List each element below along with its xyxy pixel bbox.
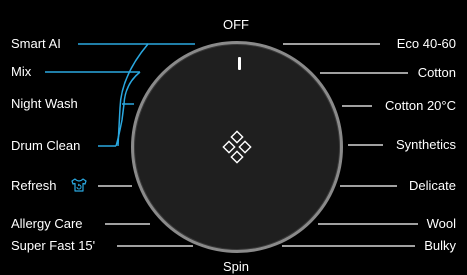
- program-delicate[interactable]: Delicate: [409, 178, 456, 194]
- program-spin[interactable]: Spin: [214, 259, 258, 275]
- program-wool[interactable]: Wool: [427, 216, 456, 232]
- program-off[interactable]: OFF: [216, 17, 256, 33]
- program-refresh[interactable]: Refresh: [11, 178, 57, 194]
- program-cotton-20[interactable]: Cotton 20°C: [385, 98, 456, 114]
- program-bulky[interactable]: Bulky: [424, 238, 456, 254]
- dial-indicator: [238, 57, 241, 70]
- program-drum-clean[interactable]: Drum Clean: [11, 138, 80, 154]
- program-mix[interactable]: Mix: [11, 64, 31, 80]
- program-night-wash[interactable]: Night Wash: [11, 96, 78, 112]
- program-synthetics[interactable]: Synthetics: [396, 137, 456, 153]
- program-selector-panel: OFF Spin Smart AI Mix Night Wash Drum Cl…: [0, 0, 467, 275]
- shirt-refresh-icon: [71, 178, 87, 192]
- program-smart-ai[interactable]: Smart AI: [11, 36, 61, 52]
- program-allergy-care[interactable]: Allergy Care: [11, 216, 83, 232]
- program-super-fast[interactable]: Super Fast 15': [11, 238, 95, 254]
- program-cotton[interactable]: Cotton: [418, 65, 456, 81]
- program-eco-40-60[interactable]: Eco 40-60: [397, 36, 456, 52]
- program-dial[interactable]: [131, 41, 343, 253]
- diamond-cluster-icon: [222, 130, 252, 164]
